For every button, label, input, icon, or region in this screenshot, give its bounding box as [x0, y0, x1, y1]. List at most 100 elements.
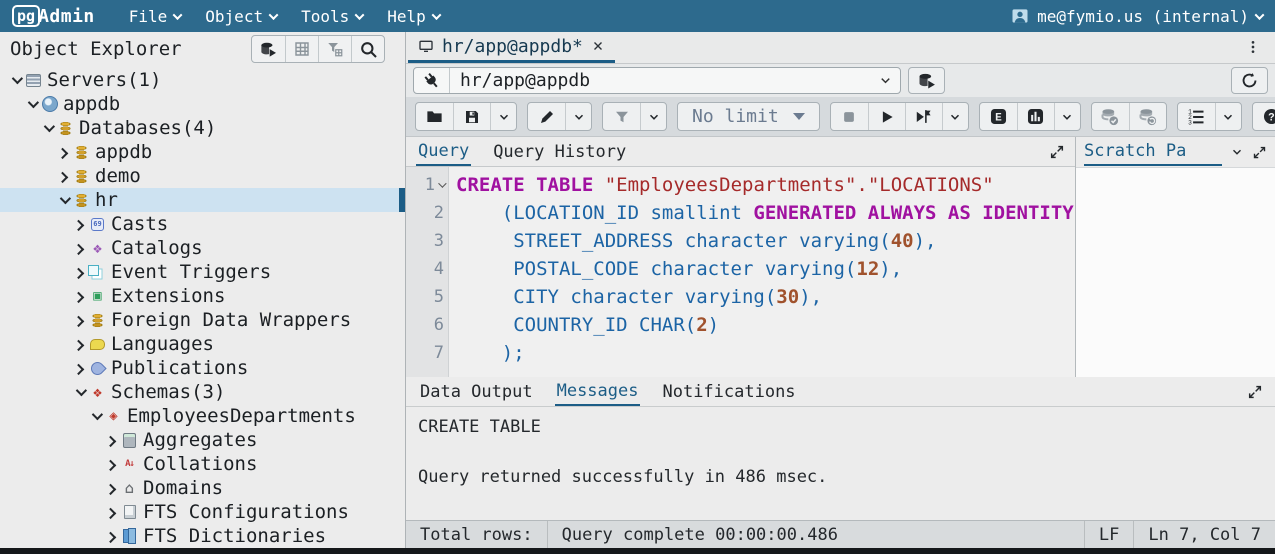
expand-caret-icon[interactable] [72, 268, 88, 276]
search-button[interactable] [351, 36, 384, 62]
expand-icon[interactable] [1252, 145, 1267, 160]
tree-item-domains[interactable]: ⌂Domains [0, 476, 405, 500]
rollback-button[interactable] [1129, 103, 1166, 130]
chevron-down-button[interactable] [942, 103, 968, 130]
chevron-down-button[interactable] [1054, 103, 1080, 130]
tree-item-appdb[interactable]: appdb [0, 92, 405, 116]
expand-caret-icon[interactable] [104, 484, 120, 492]
help-button[interactable]: ? [1253, 103, 1275, 130]
code-line[interactable]: 2 (LOCATION_ID smallint GENERATED ALWAYS… [406, 199, 1075, 227]
tree-item-event-triggers[interactable]: Event Triggers [0, 260, 405, 284]
collapse-caret-icon[interactable] [8, 76, 24, 84]
status-eol[interactable]: LF [1084, 521, 1133, 548]
tree-item-aggregates[interactable]: Aggregates [0, 428, 405, 452]
code-line[interactable]: 3 STREET_ADDRESS character varying(40), [406, 227, 1075, 255]
tree-item-employeesdepartments[interactable]: ◈EmployeesDepartments [0, 404, 405, 428]
commit-button[interactable] [1092, 103, 1129, 130]
edit-button[interactable] [528, 103, 565, 130]
menu-file[interactable]: File [117, 0, 194, 32]
expand-caret-icon[interactable] [56, 148, 72, 156]
expand-caret-icon[interactable] [72, 340, 88, 348]
tab-query-history[interactable]: Query History [491, 139, 628, 165]
tree-item-fts-configurations[interactable]: FTS Configurations [0, 500, 405, 524]
chevron-down-icon[interactable] [1230, 145, 1244, 159]
tab-data-output[interactable]: Data Output [418, 379, 535, 405]
expand-icon[interactable] [1247, 384, 1263, 400]
tree-item-demo[interactable]: demo [0, 164, 405, 188]
expand-caret-icon[interactable] [104, 508, 120, 516]
collapse-caret-icon[interactable] [72, 388, 88, 396]
play-button[interactable] [868, 103, 905, 130]
filter-button[interactable] [603, 103, 640, 130]
filter-grid-button[interactable] [318, 36, 351, 62]
explain-analyze-button[interactable] [1017, 103, 1054, 130]
expand-caret-icon[interactable] [104, 532, 120, 540]
tree-item-fts-dictionaries[interactable]: FTS Dictionaries [0, 524, 405, 548]
tree-item-databases-4-[interactable]: Databases(4) [0, 116, 405, 140]
tree-item-foreign-data-wrappers[interactable]: Foreign Data Wrappers [0, 308, 405, 332]
explain-button[interactable]: E [980, 103, 1017, 130]
expand-caret-icon[interactable] [104, 460, 120, 468]
tree-item-appdb[interactable]: appdb [0, 140, 405, 164]
tree-item-schemas-3-[interactable]: ❖Schemas(3) [0, 380, 405, 404]
macros-button[interactable]: 123 [1178, 103, 1215, 130]
expand-caret-icon[interactable] [56, 172, 72, 180]
tab-query[interactable]: Query [416, 138, 471, 166]
collapse-caret-icon[interactable] [88, 412, 104, 420]
close-icon[interactable] [591, 39, 605, 53]
collapse-caret-icon[interactable] [40, 124, 56, 132]
play-options-button[interactable] [905, 103, 942, 130]
code-line[interactable]: 1CREATE TABLE "EmployeesDepartments"."LO… [406, 171, 1075, 199]
expand-caret-icon[interactable] [104, 436, 120, 444]
refresh-button[interactable] [1231, 67, 1268, 94]
query-tool-button[interactable] [252, 36, 285, 62]
expand-caret-icon[interactable] [72, 244, 88, 252]
tree-item-hr[interactable]: hr [0, 188, 405, 212]
kebab-menu-icon[interactable] [1239, 33, 1267, 61]
scratch-pad-editor[interactable] [1076, 167, 1275, 377]
chevron-down-button[interactable] [640, 103, 666, 130]
expand-caret-icon[interactable] [72, 292, 88, 300]
user-menu[interactable]: me@fymio.us (internal) [1010, 6, 1263, 26]
code-line[interactable]: 5 CITY character varying(30), [406, 283, 1075, 311]
tree-item-extensions[interactable]: ▣Extensions [0, 284, 405, 308]
expand-icon[interactable] [1049, 144, 1065, 160]
sql-editor[interactable]: 1CREATE TABLE "EmployeesDepartments"."LO… [406, 167, 1075, 377]
code-line-text: STREET_ADDRESS character varying(40), [448, 227, 1075, 255]
stop-button[interactable] [831, 103, 868, 130]
menu-object[interactable]: Object [193, 0, 289, 32]
menu-tools[interactable]: Tools [289, 0, 375, 32]
code-line[interactable]: 4 POSTAL_CODE character varying(12), [406, 255, 1075, 283]
tab-notifications[interactable]: Notifications [660, 379, 797, 405]
chevron-down-button[interactable] [490, 103, 516, 130]
status-cursor-position[interactable]: Ln 7, Col 7 [1133, 521, 1275, 548]
tree-item-catalogs[interactable]: ❖Catalogs [0, 236, 405, 260]
collapse-caret-icon[interactable] [24, 100, 40, 108]
menu-help[interactable]: Help [375, 0, 452, 32]
tree-item-languages[interactable]: Languages [0, 332, 405, 356]
save-button[interactable] [453, 103, 490, 130]
tab-scratch-pad[interactable]: Scratch Pa [1084, 138, 1222, 166]
fold-caret-icon[interactable] [438, 179, 446, 187]
folder-open-button[interactable] [416, 103, 453, 130]
view-data-button[interactable] [285, 36, 318, 62]
tree-item-servers-1-[interactable]: Servers(1) [0, 68, 405, 92]
code-line[interactable]: 6 COUNTRY_ID CHAR(2) [406, 311, 1075, 339]
tab-messages[interactable]: Messages [555, 378, 641, 406]
expand-caret-icon[interactable] [72, 316, 88, 324]
tree-item-casts[interactable]: 69Casts [0, 212, 405, 236]
tree-item-publications[interactable]: Publications [0, 356, 405, 380]
svg-text:?: ? [1268, 112, 1274, 124]
row-limit-select[interactable]: No limit [677, 102, 820, 131]
chevron-down-button[interactable] [565, 103, 591, 130]
collation-icon: A↓ [121, 456, 138, 473]
expand-caret-icon[interactable] [72, 220, 88, 228]
chevron-down-button[interactable] [1215, 103, 1241, 130]
query-tool-tab[interactable]: hr/app@appdb* [408, 32, 615, 63]
new-connection-button[interactable] [908, 67, 945, 94]
code-line[interactable]: 7 ); [406, 339, 1075, 367]
expand-caret-icon[interactable] [72, 364, 88, 372]
tree-item-collations[interactable]: A↓Collations [0, 452, 405, 476]
collapse-caret-icon[interactable] [56, 196, 72, 204]
connection-select[interactable]: hr/app@appdb [413, 67, 901, 94]
